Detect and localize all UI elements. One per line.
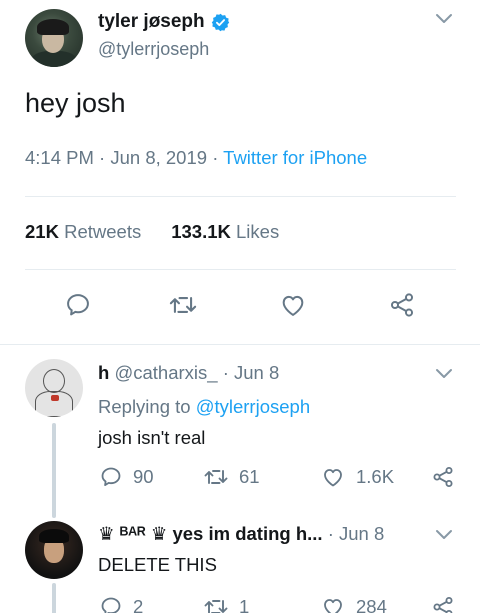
retweet-button[interactable]: 1 [203, 595, 249, 613]
share-button[interactable] [431, 595, 465, 613]
likes-count: 133.1K [171, 221, 231, 242]
divider [25, 196, 456, 197]
retweet-count: 61 [239, 466, 260, 487]
like-button[interactable]: 284 [320, 595, 387, 613]
like-count: 284 [356, 596, 387, 613]
thread-line [52, 583, 56, 613]
meta-separator: · [222, 362, 235, 383]
tweet-meta: 4:14 PM · Jun 8, 2019 · Twitter for iPho… [25, 147, 367, 169]
reply-icon [101, 467, 121, 486]
reply-handle[interactable]: @catharxis_ [114, 362, 217, 383]
replying-prefix: Replying to [98, 396, 191, 417]
author-display-name[interactable]: tyler jøseph [98, 11, 205, 33]
reply-count: 2 [133, 596, 144, 613]
reply-button[interactable] [63, 290, 93, 320]
meta-separator: · [327, 523, 340, 544]
divider [25, 269, 456, 270]
main-tweet: tyler jøseph @tylerrjoseph hey josh 4:14… [0, 0, 480, 345]
like-button[interactable]: 1.6K [320, 465, 394, 489]
reply-button[interactable]: 90 [99, 465, 154, 489]
reply-display-name[interactable]: ♛ ᴮᴬᴿ ♛ yes im dating h... [98, 523, 323, 544]
share-icon [433, 467, 453, 487]
reply-count: 90 [133, 466, 154, 487]
verified-badge-icon [211, 13, 229, 31]
retweet-icon [204, 600, 228, 613]
reply-button[interactable]: 2 [99, 595, 143, 613]
tweet-source-link[interactable]: Twitter for iPhone [223, 147, 367, 168]
chevron-down-icon[interactable] [434, 528, 454, 542]
main-avatar[interactable] [25, 9, 83, 67]
chevron-down-icon[interactable] [434, 12, 454, 26]
likes-label: Likes [236, 221, 280, 242]
retweet-icon [169, 297, 197, 313]
like-icon [282, 295, 304, 316]
like-count: 1.6K [356, 466, 395, 487]
reply-display-name[interactable]: h [98, 362, 109, 383]
author-handle[interactable]: @tylerrjoseph [98, 39, 209, 60]
reply-text: DELETE THIS [98, 554, 217, 575]
reply-header: h @catharxis_ · Jun 8 [98, 362, 279, 384]
retweet-icon [204, 470, 228, 484]
like-icon [324, 599, 342, 613]
tweet-time: 4:14 PM [25, 147, 94, 168]
reply-date: Jun 8 [339, 523, 385, 544]
reply-date: Jun 8 [234, 362, 280, 383]
chevron-down-icon[interactable] [434, 367, 454, 381]
reply-avatar[interactable] [25, 359, 83, 417]
retweet-count: 1 [239, 596, 250, 613]
share-icon [433, 597, 453, 613]
reply-text: josh isn't real [98, 427, 206, 448]
meta-separator: · [212, 147, 224, 168]
retweets-label: Retweets [64, 221, 142, 242]
retweet-button[interactable]: 61 [203, 465, 260, 489]
reply-header: ♛ ᴮᴬᴿ ♛ yes im dating h... · Jun 8 [98, 523, 384, 545]
reply-avatar[interactable] [25, 521, 83, 579]
reply-icon [67, 294, 89, 316]
thread-line [52, 423, 56, 518]
reply-icon [101, 597, 121, 613]
meta-separator: · [99, 147, 111, 168]
share-button[interactable] [431, 465, 465, 489]
likes-stat[interactable]: 133.1K Likes [171, 221, 279, 242]
share-icon [390, 293, 414, 317]
reply-tweet[interactable]: h @catharxis_ · Jun 8 Replying to @tyler… [0, 345, 480, 518]
tweet-date: Jun 8, 2019 [110, 147, 208, 168]
replying-to: Replying to @tylerrjoseph [98, 396, 310, 418]
reply-tweet[interactable]: ♛ ᴮᴬᴿ ♛ yes im dating h... · Jun 8 DELET… [0, 515, 480, 613]
tweet-text: hey josh [25, 88, 126, 118]
share-button[interactable] [387, 290, 417, 320]
author-name[interactable]: tyler jøseph [98, 11, 230, 33]
retweet-button[interactable] [168, 290, 198, 320]
like-icon [324, 469, 342, 487]
like-button[interactable] [278, 290, 308, 320]
retweets-stat[interactable]: 21K Retweets [25, 221, 141, 242]
retweets-count: 21K [25, 221, 59, 242]
tweet-stats: 21K Retweets 133.1K Likes [25, 221, 279, 243]
replying-mention-link[interactable]: @tylerrjoseph [196, 396, 310, 417]
